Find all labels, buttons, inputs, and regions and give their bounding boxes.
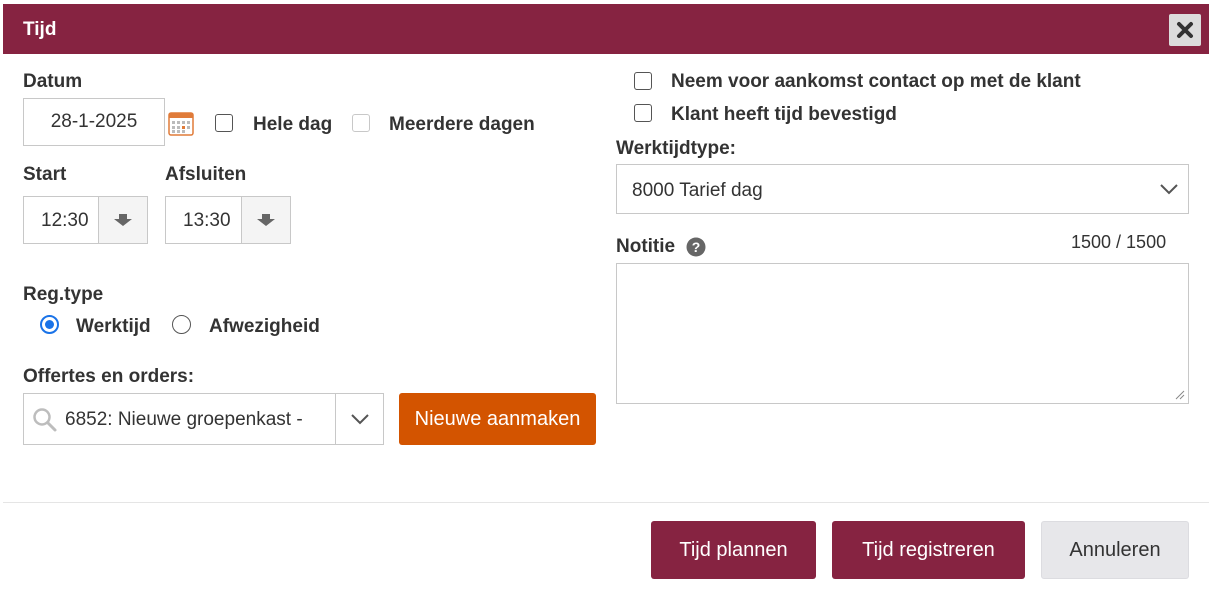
end-time-value: 13:30: [183, 210, 231, 231]
note-label: Notitie: [616, 236, 676, 257]
chevron-down-icon: [351, 414, 369, 425]
radio-afwezigheid[interactable]: [172, 315, 191, 334]
resize-handle-icon[interactable]: [1175, 390, 1185, 400]
start-label: Start: [23, 164, 67, 185]
svg-text:?: ?: [692, 239, 701, 255]
orders-select[interactable]: 6852: Nieuwe groepenkast -: [23, 393, 384, 445]
multi-day-label: Meerdere dagen: [389, 114, 535, 135]
multi-day-checkbox[interactable]: [352, 114, 370, 132]
orders-label: Offertes en orders:: [23, 366, 195, 387]
end-time-input[interactable]: 13:30: [165, 196, 291, 244]
close-icon: [1177, 22, 1193, 38]
dialog-titlebar: Tijd: [3, 4, 1209, 54]
calendar-button[interactable]: [168, 111, 194, 136]
start-time-input[interactable]: 12:30: [23, 196, 148, 244]
orders-value: 6852: Nieuwe groepenkast -: [65, 409, 303, 430]
chevron-down-icon: [1160, 184, 1178, 195]
all-day-checkbox[interactable]: [215, 114, 233, 132]
start-time-value: 12:30: [41, 210, 89, 231]
orders-dropdown-button[interactable]: [335, 394, 384, 444]
date-value: 28-1-2025: [50, 111, 138, 132]
customer-confirmed-label: Klant heeft tijd bevestigd: [671, 104, 897, 125]
dialog-title: Tijd: [23, 19, 57, 40]
search-icon: [33, 408, 57, 432]
reg-type-label: Reg.type: [23, 284, 104, 305]
all-day-label: Hele dag: [253, 114, 333, 135]
end-label: Afsluiten: [165, 164, 247, 185]
new-order-button[interactable]: Nieuwe aanmaken: [399, 393, 596, 445]
note-char-counter: 1500 / 1500: [1071, 232, 1167, 252]
arrow-down-icon: [114, 214, 132, 226]
radio-werktijd[interactable]: [40, 315, 59, 334]
plan-time-button[interactable]: Tijd plannen: [651, 521, 816, 579]
cancel-button[interactable]: Annuleren: [1041, 521, 1189, 579]
footer-divider: [3, 502, 1209, 503]
register-time-button[interactable]: Tijd registreren: [832, 521, 1025, 579]
note-textarea[interactable]: [616, 263, 1189, 404]
close-button[interactable]: [1169, 14, 1201, 46]
radio-afwezigheid-label: Afwezigheid: [209, 316, 320, 337]
customer-confirmed-checkbox[interactable]: [634, 104, 652, 122]
worktype-value: 8000 Tarief dag: [632, 180, 763, 201]
calendar-icon: [168, 112, 194, 136]
start-time-dropdown-button[interactable]: [98, 197, 147, 243]
radio-werktijd-label: Werktijd: [76, 316, 151, 337]
arrow-down-icon: [257, 214, 275, 226]
worktype-select[interactable]: 8000 Tarief dag: [616, 164, 1189, 214]
worktype-label: Werktijdtype:: [616, 138, 737, 159]
help-icon[interactable]: ?: [686, 237, 706, 257]
date-label: Datum: [23, 71, 83, 92]
contact-before-arrival-label: Neem voor aankomst contact op met de kla…: [671, 71, 1081, 92]
date-input[interactable]: 28-1-2025: [23, 98, 165, 146]
contact-before-arrival-checkbox[interactable]: [634, 72, 652, 90]
end-time-dropdown-button[interactable]: [241, 197, 290, 243]
